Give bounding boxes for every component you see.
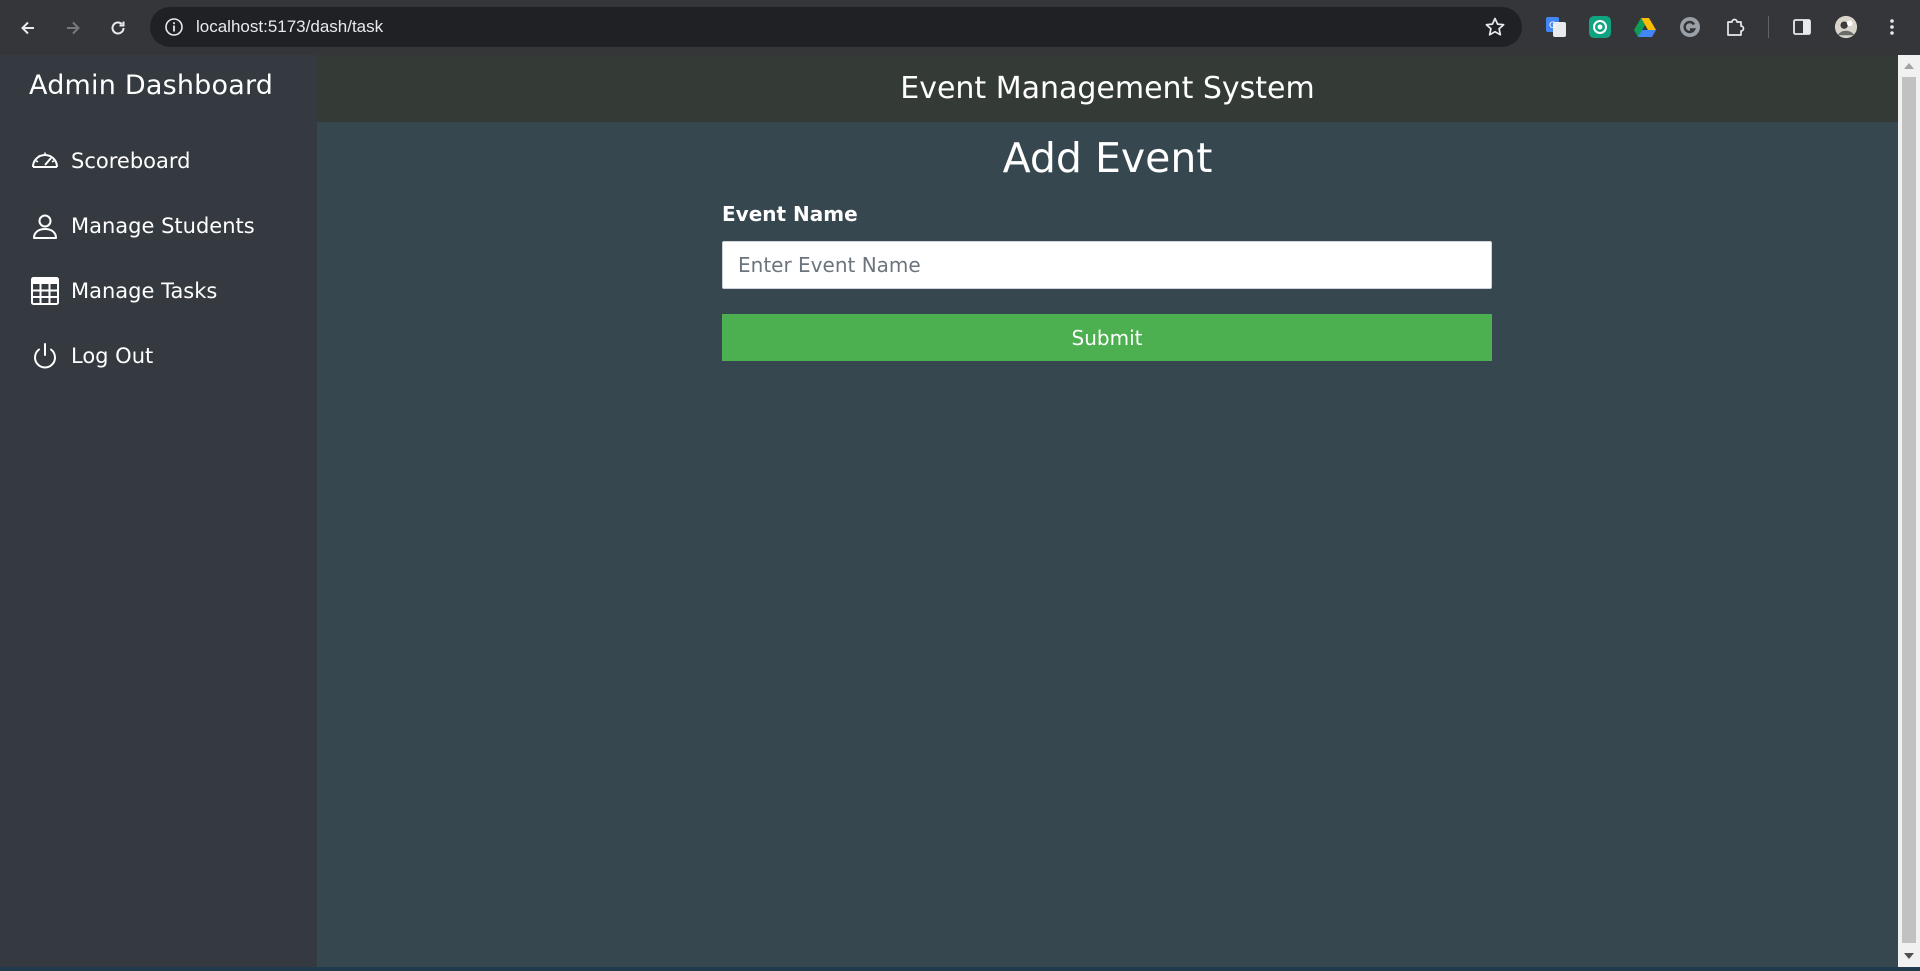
url-text[interactable]: localhost:5173/dash/task [196,17,383,37]
sidebar-item-label: Manage Tasks [71,279,218,303]
bookmark-star-icon[interactable] [1484,16,1506,38]
forward-button[interactable] [50,5,95,50]
sidebar-title: Admin Dashboard [29,70,274,101]
sidebar-item-manage-tasks[interactable]: Manage Tasks [29,271,217,311]
main-content: Add Event Event Name Submit [317,122,1898,967]
chatgpt-extension-icon[interactable] [1588,15,1612,39]
browser-menu-icon[interactable] [1880,15,1904,39]
event-name-input[interactable] [722,241,1492,289]
google-translate-extension-icon[interactable]: G [1544,15,1568,39]
side-panel-icon[interactable] [1790,15,1814,39]
app-root: Admin Dashboard Scoreboard Manage Studen… [0,55,1898,967]
event-name-label: Event Name [722,202,858,226]
address-bar[interactable]: localhost:5173/dash/task [150,7,1522,47]
forward-arrow-icon [66,21,80,34]
toolbar-divider [1768,16,1769,38]
sidebar-item-manage-students[interactable]: Manage Students [29,206,255,246]
reload-button[interactable] [95,5,140,50]
scroll-down-arrow-icon[interactable] [1904,953,1914,959]
extensions-puzzle-icon[interactable] [1723,15,1747,39]
google-drive-extension-icon[interactable] [1633,15,1657,39]
browser-toolbar: localhost:5173/dash/task G [0,0,1920,55]
submit-button[interactable]: Submit [722,314,1492,361]
speedometer-icon [29,145,61,177]
page-title: Add Event [1002,134,1213,182]
page-scrollbar[interactable] [1898,55,1920,967]
svg-text:G: G [1549,21,1556,31]
sidebar-item-scoreboard[interactable]: Scoreboard [29,141,190,181]
scroll-up-arrow-icon[interactable] [1904,63,1914,69]
person-icon [29,210,61,242]
grammarly-extension-icon[interactable] [1678,15,1702,39]
profile-avatar[interactable] [1834,15,1858,39]
sidebar-item-label: Manage Students [71,214,255,238]
sidebar-item-label: Scoreboard [71,149,191,173]
sidebar-item-label: Log Out [71,344,154,368]
bottom-edge [0,967,1920,971]
power-icon [29,340,61,372]
back-arrow-icon [20,21,34,34]
reload-icon [111,21,124,34]
scroll-thumb[interactable] [1902,77,1916,943]
table-icon [29,275,61,307]
app-title: Event Management System [900,71,1315,106]
top-header: Event Management System [317,55,1898,122]
sidebar: Admin Dashboard Scoreboard Manage Studen… [0,55,317,967]
back-button[interactable] [5,5,50,50]
site-info-icon[interactable] [164,17,184,37]
sidebar-item-log-out[interactable]: Log Out [29,336,153,376]
